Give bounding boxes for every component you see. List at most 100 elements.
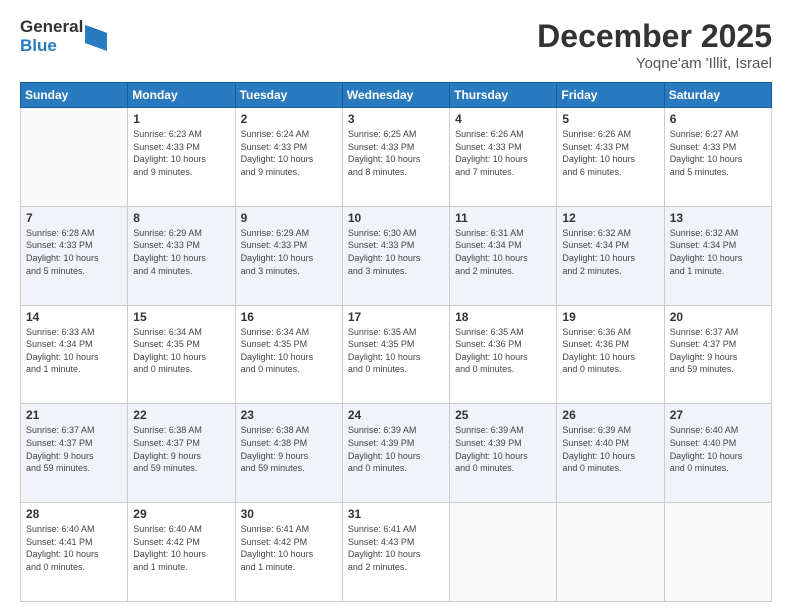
col-monday: Monday xyxy=(128,83,235,108)
calendar-cell: 4 Sunrise: 6:26 AM Sunset: 4:33 PM Daylig… xyxy=(450,108,557,207)
month-title: December 2025 xyxy=(537,18,772,55)
day-number: 4 xyxy=(455,112,551,126)
col-thursday: Thursday xyxy=(450,83,557,108)
day-info: Sunrise: 6:41 AM Sunset: 4:43 PM Dayligh… xyxy=(348,523,444,573)
calendar-cell: 6Sunrise: 6:27 AM Sunset: 4:33 PM Daylig… xyxy=(664,108,771,207)
day-info: Sunrise: 6:26 AM Sunset: 4:33 PM Dayligh… xyxy=(455,128,551,178)
day-number: 22 xyxy=(133,408,229,422)
day-number: 21 xyxy=(26,408,122,422)
day-number: 3 xyxy=(348,112,444,126)
day-info: Sunrise: 6:34 AM Sunset: 4:35 PM Dayligh… xyxy=(133,326,229,376)
calendar-cell xyxy=(21,108,128,207)
calendar-cell: 23Sunrise: 6:38 AM Sunset: 4:38 PM Dayli… xyxy=(235,404,342,503)
day-number: 26 xyxy=(562,408,658,422)
calendar-cell: 13 Sunrise: 6:32 AM Sunset: 4:34 PM Dayli… xyxy=(664,206,771,305)
calendar-cell: 7 Sunrise: 6:28 AM Sunset: 4:33 PM Daylig… xyxy=(21,206,128,305)
day-info: Sunrise: 6:41 AM Sunset: 4:42 PM Dayligh… xyxy=(241,523,337,573)
calendar-cell: 28Sunrise: 6:40 AM Sunset: 4:41 PM Dayli… xyxy=(21,503,128,602)
logo-general: General xyxy=(20,18,83,37)
calendar-cell: 12 Sunrise: 6:32 AM Sunset: 4:34 PM Dayli… xyxy=(557,206,664,305)
day-info: Sunrise: 6:39 AM Sunset: 4:40 PM Dayligh… xyxy=(562,424,658,474)
logo-text: General Blue xyxy=(20,18,83,55)
logo-icon xyxy=(85,25,107,51)
day-number: 31 xyxy=(348,507,444,521)
day-info: Sunrise: 6:37 AM Sunset: 4:37 PM Dayligh… xyxy=(670,326,766,376)
calendar-cell: 18 Sunrise: 6:35 AM Sunset: 4:36 PM Dayli… xyxy=(450,305,557,404)
calendar-cell: 9 Sunrise: 6:29 AM Sunset: 4:33 PM Daylig… xyxy=(235,206,342,305)
day-info: Sunrise: 6:24 AM Sunset: 4:33 PM Dayligh… xyxy=(241,128,337,178)
day-info: Sunrise: 6:38 AM Sunset: 4:37 PM Dayligh… xyxy=(133,424,229,474)
day-number: 14 xyxy=(26,310,122,324)
calendar-cell: 31 Sunrise: 6:41 AM Sunset: 4:43 PM Dayli… xyxy=(342,503,449,602)
day-info: Sunrise: 6:28 AM Sunset: 4:33 PM Dayligh… xyxy=(26,227,122,277)
calendar-cell: 26 Sunrise: 6:39 AM Sunset: 4:40 PM Dayli… xyxy=(557,404,664,503)
col-sunday: Sunday xyxy=(21,83,128,108)
day-info: Sunrise: 6:29 AM Sunset: 4:33 PM Dayligh… xyxy=(241,227,337,277)
col-wednesday: Wednesday xyxy=(342,83,449,108)
calendar-cell: 14 Sunrise: 6:33 AM Sunset: 4:34 PM Dayli… xyxy=(21,305,128,404)
day-info: Sunrise: 6:26 AM Sunset: 4:33 PM Dayligh… xyxy=(562,128,658,178)
calendar-cell: 11Sunrise: 6:31 AM Sunset: 4:34 PM Dayli… xyxy=(450,206,557,305)
calendar-cell: 24 Sunrise: 6:39 AM Sunset: 4:39 PM Dayli… xyxy=(342,404,449,503)
logo-blue: Blue xyxy=(20,37,83,56)
calendar-cell: 3 Sunrise: 6:25 AM Sunset: 4:33 PM Daylig… xyxy=(342,108,449,207)
calendar-cell: 19Sunrise: 6:36 AM Sunset: 4:36 PM Dayli… xyxy=(557,305,664,404)
day-number: 29 xyxy=(133,507,229,521)
day-number: 11 xyxy=(455,211,551,225)
day-info: Sunrise: 6:32 AM Sunset: 4:34 PM Dayligh… xyxy=(562,227,658,277)
calendar-header-row: Sunday Monday Tuesday Wednesday Thursday… xyxy=(21,83,772,108)
day-info: Sunrise: 6:33 AM Sunset: 4:34 PM Dayligh… xyxy=(26,326,122,376)
day-number: 9 xyxy=(241,211,337,225)
calendar-week-4: 28Sunrise: 6:40 AM Sunset: 4:41 PM Dayli… xyxy=(21,503,772,602)
day-number: 2 xyxy=(241,112,337,126)
calendar-cell: 22 Sunrise: 6:38 AM Sunset: 4:37 PM Dayli… xyxy=(128,404,235,503)
day-number: 15 xyxy=(133,310,229,324)
day-number: 16 xyxy=(241,310,337,324)
calendar-table: Sunday Monday Tuesday Wednesday Thursday… xyxy=(20,82,772,602)
day-info: Sunrise: 6:29 AM Sunset: 4:33 PM Dayligh… xyxy=(133,227,229,277)
calendar-cell xyxy=(664,503,771,602)
day-number: 7 xyxy=(26,211,122,225)
day-info: Sunrise: 6:32 AM Sunset: 4:34 PM Dayligh… xyxy=(670,227,766,277)
day-info: Sunrise: 6:25 AM Sunset: 4:33 PM Dayligh… xyxy=(348,128,444,178)
day-info: Sunrise: 6:35 AM Sunset: 4:35 PM Dayligh… xyxy=(348,326,444,376)
day-number: 23 xyxy=(241,408,337,422)
calendar-cell: 1Sunrise: 6:23 AM Sunset: 4:33 PM Daylig… xyxy=(128,108,235,207)
calendar-week-2: 14 Sunrise: 6:33 AM Sunset: 4:34 PM Dayli… xyxy=(21,305,772,404)
day-number: 27 xyxy=(670,408,766,422)
day-number: 18 xyxy=(455,310,551,324)
day-number: 24 xyxy=(348,408,444,422)
day-info: Sunrise: 6:27 AM Sunset: 4:33 PM Dayligh… xyxy=(670,128,766,178)
calendar-cell xyxy=(557,503,664,602)
day-number: 13 xyxy=(670,211,766,225)
day-number: 19 xyxy=(562,310,658,324)
day-info: Sunrise: 6:35 AM Sunset: 4:36 PM Dayligh… xyxy=(455,326,551,376)
calendar-cell: 15 Sunrise: 6:34 AM Sunset: 4:35 PM Dayli… xyxy=(128,305,235,404)
calendar-cell: 21 Sunrise: 6:37 AM Sunset: 4:37 PM Dayli… xyxy=(21,404,128,503)
page: General Blue December 2025 Yoqne'am 'Ill… xyxy=(0,0,792,612)
day-info: Sunrise: 6:39 AM Sunset: 4:39 PM Dayligh… xyxy=(348,424,444,474)
day-number: 25 xyxy=(455,408,551,422)
day-number: 30 xyxy=(241,507,337,521)
calendar-cell: 8 Sunrise: 6:29 AM Sunset: 4:33 PM Daylig… xyxy=(128,206,235,305)
day-number: 17 xyxy=(348,310,444,324)
day-info: Sunrise: 6:34 AM Sunset: 4:35 PM Dayligh… xyxy=(241,326,337,376)
col-saturday: Saturday xyxy=(664,83,771,108)
day-info: Sunrise: 6:30 AM Sunset: 4:33 PM Dayligh… xyxy=(348,227,444,277)
calendar-cell: 17 Sunrise: 6:35 AM Sunset: 4:35 PM Dayli… xyxy=(342,305,449,404)
day-number: 28 xyxy=(26,507,122,521)
calendar-week-1: 7 Sunrise: 6:28 AM Sunset: 4:33 PM Daylig… xyxy=(21,206,772,305)
calendar-cell: 29 Sunrise: 6:40 AM Sunset: 4:42 PM Dayli… xyxy=(128,503,235,602)
day-info: Sunrise: 6:40 AM Sunset: 4:42 PM Dayligh… xyxy=(133,523,229,573)
day-number: 8 xyxy=(133,211,229,225)
title-block: December 2025 Yoqne'am 'Illit, Israel xyxy=(537,18,772,72)
day-number: 1 xyxy=(133,112,229,126)
day-number: 12 xyxy=(562,211,658,225)
calendar-cell: 30 Sunrise: 6:41 AM Sunset: 4:42 PM Dayli… xyxy=(235,503,342,602)
calendar-week-3: 21 Sunrise: 6:37 AM Sunset: 4:37 PM Dayli… xyxy=(21,404,772,503)
subtitle: Yoqne'am 'Illit, Israel xyxy=(537,55,772,72)
calendar-cell: 2 Sunrise: 6:24 AM Sunset: 4:33 PM Daylig… xyxy=(235,108,342,207)
day-info: Sunrise: 6:37 AM Sunset: 4:37 PM Dayligh… xyxy=(26,424,122,474)
calendar-cell: 20Sunrise: 6:37 AM Sunset: 4:37 PM Dayli… xyxy=(664,305,771,404)
day-info: Sunrise: 6:39 AM Sunset: 4:39 PM Dayligh… xyxy=(455,424,551,474)
